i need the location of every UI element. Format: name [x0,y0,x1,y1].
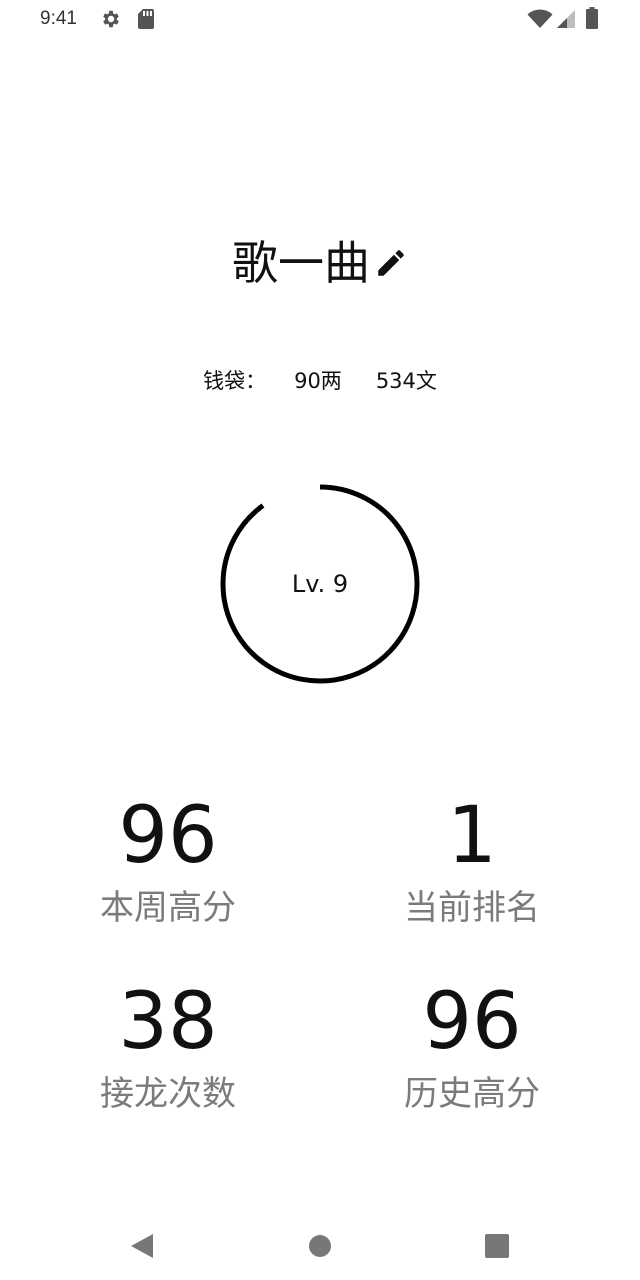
stat-label-weekly-high: 本周高分 [100,888,236,928]
stat-label-all-time-high: 历史高分 [404,1074,540,1114]
wallet-wen: 534文 [375,369,437,393]
level-label: Lv. 9 [291,570,349,598]
stat-value-weekly-high: 96 [118,791,218,881]
recents-button[interactable] [477,1226,517,1266]
pencil-icon[interactable] [374,246,408,280]
status-time: 9:41 [40,8,77,29]
wifi-icon [527,9,553,28]
stat-label-chain-count: 接龙次数 [100,1074,236,1114]
sd-card-icon [138,9,154,29]
wallet-row: 钱袋： 90两 534文 [0,362,640,398]
stat-value-current-rank: 1 [447,791,497,881]
profile-name: 歌一曲 [232,236,370,290]
back-triangle-icon [131,1234,153,1258]
wallet-label: 钱袋： [203,369,267,393]
system-nav-bar [0,1206,640,1280]
battery-icon [586,7,598,29]
back-button[interactable] [122,1226,162,1266]
home-circle-icon [309,1235,331,1257]
status-bar: 9:41 [0,0,640,40]
gear-icon [103,10,119,28]
profile-title-row: 歌一曲 [0,228,640,298]
stat-value-chain-count: 38 [118,977,218,1067]
stat-value-all-time-high: 96 [422,977,522,1067]
signal-icon [557,10,575,28]
home-button[interactable] [300,1226,340,1266]
recents-square-icon [485,1234,509,1258]
wallet-liang: 90两 [294,369,342,393]
stat-label-current-rank: 当前排名 [404,888,540,928]
